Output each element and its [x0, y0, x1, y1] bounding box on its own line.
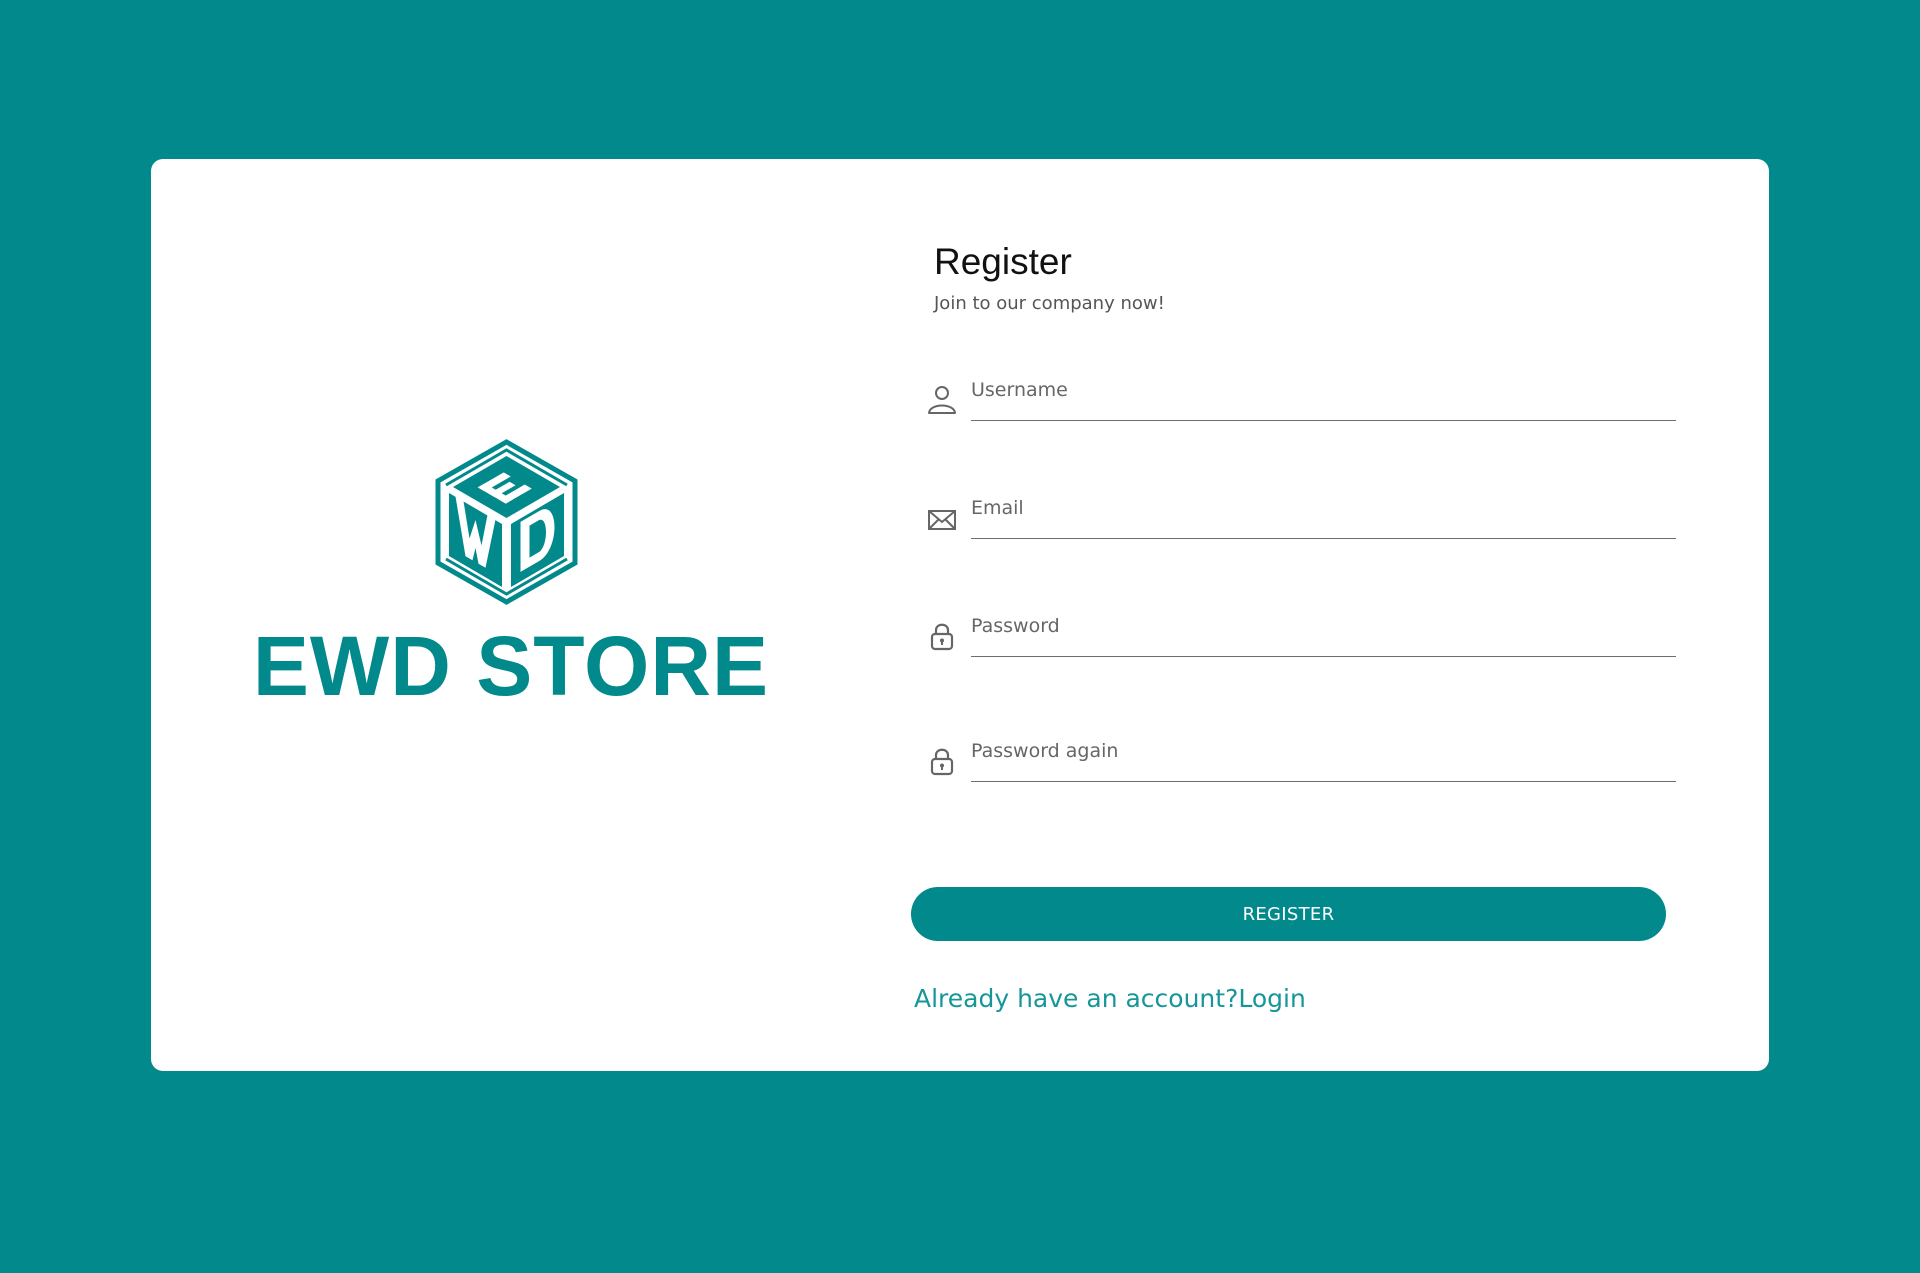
register-button[interactable]: REGISTER	[911, 887, 1666, 941]
username-input[interactable]	[971, 373, 1676, 421]
envelope-icon	[928, 510, 956, 530]
register-card: EWD STORE Register Join to our company n…	[151, 159, 1769, 1071]
login-link[interactable]: Already have an account?Login	[914, 986, 1306, 1011]
brand-panel: EWD STORE	[151, 159, 871, 1071]
lock-icon	[930, 748, 954, 776]
password-again-input[interactable]	[971, 734, 1676, 782]
password-input[interactable]	[971, 609, 1676, 657]
user-icon	[928, 386, 956, 414]
ewd-cube-logo	[435, 439, 578, 605]
form-title: Register	[934, 241, 1072, 282]
password-field	[911, 609, 1676, 659]
register-form: Register Join to our company now! Userna…	[911, 159, 1701, 1071]
form-subtitle: Join to our company now!	[934, 293, 1165, 314]
email-field	[911, 491, 1676, 541]
username-field	[911, 373, 1676, 423]
password-again-field	[911, 734, 1676, 784]
lock-icon	[930, 623, 954, 651]
email-input[interactable]	[971, 491, 1676, 539]
brand-name: EWD STORE	[252, 619, 770, 713]
